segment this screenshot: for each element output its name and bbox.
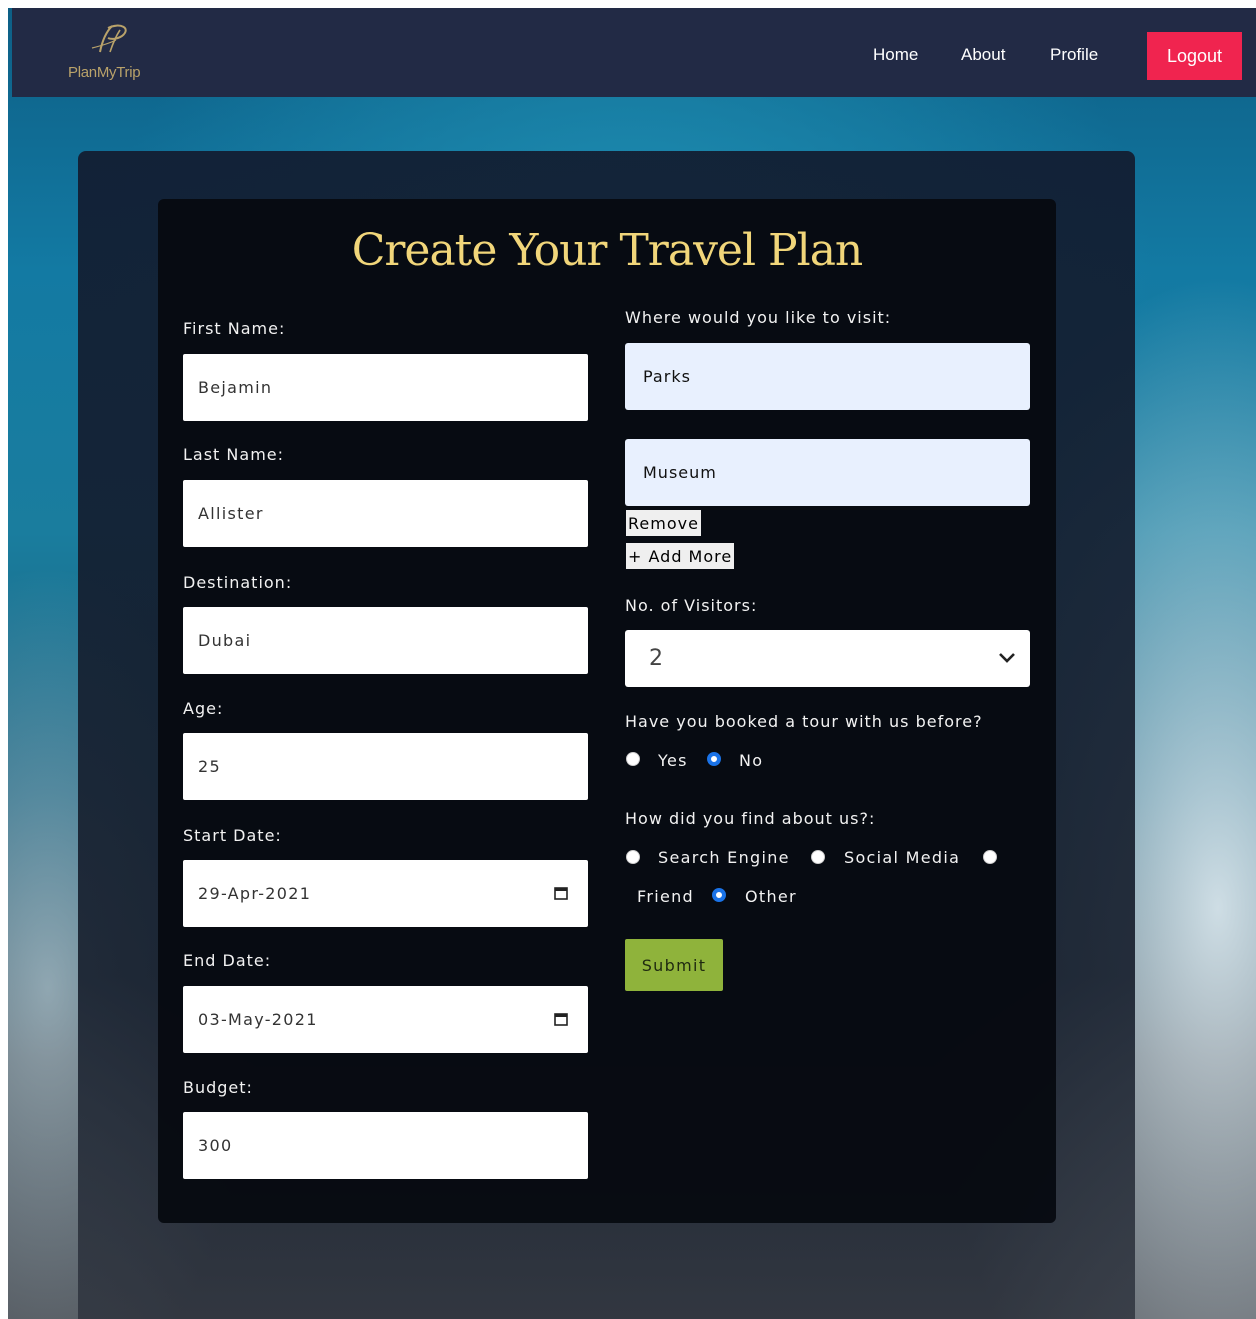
start-date-label: Start Date:: [183, 826, 282, 845]
age-label: Age:: [183, 699, 224, 718]
budget-label: Budget:: [183, 1078, 253, 1097]
booked-before-question: Have you booked a tour with us before?: [625, 712, 983, 731]
brand-monogram-icon: [91, 24, 127, 53]
nav-link-profile[interactable]: Profile: [1050, 45, 1098, 65]
first-name-label: First Name:: [183, 319, 286, 338]
find-us-social-media-label: Social Media: [844, 848, 961, 867]
visit-place-field[interactable]: Museum: [625, 439, 1030, 506]
find-us-search-engine-radio[interactable]: [626, 850, 640, 864]
booked-yes-label: Yes: [658, 751, 688, 770]
start-date-field[interactable]: 29-Apr-2021: [183, 860, 588, 927]
add-more-button[interactable]: + Add More: [626, 543, 735, 569]
visitors-label: No. of Visitors:: [625, 596, 758, 615]
visitors-select[interactable]: 2: [625, 630, 1030, 687]
last-name-field[interactable]: Allister: [183, 480, 588, 547]
end-date-label: End Date:: [183, 951, 272, 970]
find-us-other-label: Other: [745, 887, 797, 906]
destination-value: Dubai: [198, 631, 252, 650]
navbar: PlanMyTrip Home About Profile Logout: [12, 8, 1256, 97]
travel-plan-form: Create Your Travel Plan First Name: Beja…: [158, 199, 1056, 1223]
find-us-other-radio[interactable]: [712, 888, 726, 902]
booked-yes-radio[interactable]: [626, 752, 640, 766]
budget-field[interactable]: 300: [183, 1112, 588, 1179]
booked-no-radio[interactable]: [707, 752, 721, 766]
last-name-value: Allister: [198, 504, 264, 523]
visit-place-value: Museum: [643, 463, 717, 482]
age-field[interactable]: 25: [183, 733, 588, 800]
find-us-social-media-radio[interactable]: [811, 850, 825, 864]
booked-no-label: No: [739, 751, 764, 770]
brand-name: PlanMyTrip: [68, 64, 141, 81]
start-date-value: 29-Apr-2021: [198, 884, 312, 903]
end-date-value: 03-May-2021: [198, 1010, 318, 1029]
calendar-icon[interactable]: [554, 1012, 568, 1026]
page-title: Create Your Travel Plan: [351, 225, 864, 276]
find-us-search-engine-label: Search Engine: [658, 848, 790, 867]
find-us-friend-radio[interactable]: [983, 850, 997, 864]
last-name-label: Last Name:: [183, 445, 285, 464]
nav-link-home[interactable]: Home: [873, 45, 918, 65]
first-name-value: Bejamin: [198, 378, 273, 397]
brand-logo[interactable]: PlanMyTrip: [64, 22, 164, 84]
chevron-down-icon: [999, 653, 1015, 663]
outer-panel: Create Your Travel Plan First Name: Beja…: [78, 151, 1135, 1319]
calendar-icon[interactable]: [554, 886, 568, 900]
visitors-selected-value: 2: [649, 646, 663, 671]
page-background: PlanMyTrip Home About Profile Logout Cre…: [8, 8, 1256, 1319]
logout-button[interactable]: Logout: [1147, 32, 1242, 80]
visit-place-value: Parks: [643, 367, 691, 386]
first-name-field[interactable]: Bejamin: [183, 354, 588, 421]
end-date-field[interactable]: 03-May-2021: [183, 986, 588, 1053]
find-us-friend-label: Friend: [637, 887, 695, 906]
remove-button[interactable]: Remove: [626, 510, 701, 536]
find-us-question: How did you find about us?:: [625, 809, 876, 828]
destination-field[interactable]: Dubai: [183, 607, 588, 674]
visit-label: Where would you like to visit:: [625, 308, 892, 327]
budget-value: 300: [198, 1136, 233, 1155]
visit-place-field[interactable]: Parks: [625, 343, 1030, 410]
submit-button[interactable]: Submit: [625, 939, 723, 991]
age-value: 25: [198, 757, 221, 776]
nav-link-about[interactable]: About: [961, 45, 1005, 65]
destination-label: Destination:: [183, 573, 293, 592]
